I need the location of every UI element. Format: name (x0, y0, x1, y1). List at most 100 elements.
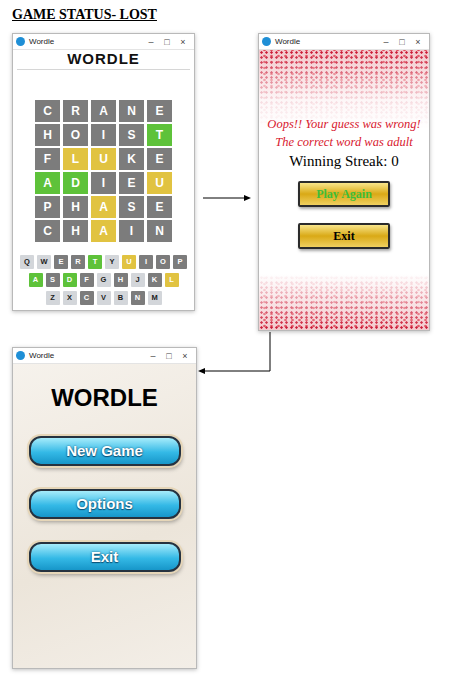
play-again-button[interactable]: Play Again (298, 181, 390, 207)
menu-window: Wordle–□×WORDLENew GameOptionsExit (12, 347, 197, 669)
winning-streak: Winning Streak: 0 (289, 151, 398, 171)
result-message: Oops!! Your guess was wrong! (267, 115, 420, 133)
result-window: Wordle–□×Oops!! Your guess was wrong!The… (258, 33, 430, 331)
keyboard-key[interactable]: X (63, 291, 77, 305)
letter-tile: O (63, 124, 88, 146)
maximize-button[interactable]: □ (159, 34, 175, 50)
menu-button[interactable]: Exit (29, 542, 181, 572)
letter-tile: I (91, 172, 116, 194)
keyboard-key[interactable]: M (148, 291, 162, 305)
letter-tile: C (35, 100, 60, 122)
letter-tile: P (35, 196, 60, 218)
menu-button[interactable]: Options (29, 489, 181, 519)
keyboard-row: QWERTYUIOP (20, 255, 187, 269)
letter-tile: K (119, 148, 144, 170)
answer-message: The correct word was adult (275, 133, 412, 151)
close-button[interactable]: × (410, 34, 426, 50)
letter-tile: A (35, 172, 60, 194)
letter-tile: E (147, 100, 172, 122)
menu-buttons: New Game Options Exit (29, 436, 181, 572)
keyboard-key[interactable]: E (54, 255, 68, 269)
letter-tile: I (91, 124, 116, 146)
letter-tile: H (63, 220, 88, 242)
arrow-head-icon (244, 195, 251, 201)
letter-tile: A (91, 100, 116, 122)
window-title: Wordle (275, 34, 300, 50)
keyboard-key[interactable]: Y (105, 255, 119, 269)
arrow-line (203, 332, 270, 371)
keyboard-key[interactable]: C (80, 291, 94, 305)
game-logo: WORDLE (17, 50, 190, 70)
letter-tile: F (35, 148, 60, 170)
keyboard-key[interactable]: F (80, 273, 94, 287)
keyboard-key[interactable]: N (131, 291, 145, 305)
keyboard-key[interactable]: J (131, 273, 145, 287)
title-bar: Wordle –□× (13, 348, 196, 364)
guess-grid: CRANEHOISTFLUKEADIEUPHASECHAIN (13, 100, 194, 242)
minimize-button[interactable]: – (143, 34, 159, 50)
app-icon (262, 37, 271, 46)
flow-arrows (0, 0, 463, 685)
keyboard-key[interactable]: O (156, 255, 170, 269)
letter-tile: E (147, 148, 172, 170)
keyboard-key[interactable]: D (63, 273, 77, 287)
figure: GAME STATUS- LOSTWordle–□×WORDLECRANEHOI… (0, 0, 463, 685)
letter-tile: U (147, 172, 172, 194)
letter-tile: E (147, 196, 172, 218)
keyboard-key[interactable]: R (71, 255, 85, 269)
window-body: Oops!! Your guess was wrong!The correct … (259, 50, 429, 330)
keyboard-key[interactable]: T (88, 255, 102, 269)
window-controls: –□× (378, 34, 426, 50)
keyboard-row: ZXCVBNM (46, 291, 162, 305)
keyboard-key[interactable]: S (46, 273, 60, 287)
keyboard-key[interactable]: B (114, 291, 128, 305)
keyboard-key[interactable]: Z (46, 291, 60, 305)
keyboard: QWERTYUIOPASDFGHJKLZXCVBNM (13, 255, 194, 305)
keyboard-key[interactable]: G (97, 273, 111, 287)
keyboard-key[interactable]: I (139, 255, 153, 269)
letter-tile: T (147, 124, 172, 146)
menu-button[interactable]: New Game (29, 436, 181, 466)
letter-tile: U (91, 148, 116, 170)
keyboard-key[interactable]: Q (20, 255, 34, 269)
title-bar: Wordle –□× (13, 34, 194, 50)
close-button[interactable]: × (175, 34, 191, 50)
letter-tile: H (63, 196, 88, 218)
app-icon (16, 37, 25, 46)
title-bar: Wordle –□× (259, 34, 429, 50)
window-controls: –□× (145, 348, 193, 364)
keyboard-key[interactable]: L (165, 273, 179, 287)
maximize-button[interactable]: □ (161, 348, 177, 364)
letter-tile: R (63, 100, 88, 122)
result-buttons: Play Again Exit (298, 181, 390, 249)
guess-row: CRANE (35, 100, 172, 122)
letter-tile: N (119, 100, 144, 122)
figure-heading: GAME STATUS- LOST (12, 6, 157, 24)
keyboard-key[interactable]: A (29, 273, 43, 287)
close-button[interactable]: × (177, 348, 193, 364)
guess-row: CHAIN (35, 220, 172, 242)
letter-tile: I (119, 220, 144, 242)
letter-tile: S (119, 196, 144, 218)
minimize-button[interactable]: – (145, 348, 161, 364)
window-title: Wordle (29, 34, 54, 50)
keyboard-row: ASDFGHJKL (29, 273, 179, 287)
maximize-button[interactable]: □ (394, 34, 410, 50)
keyboard-key[interactable]: U (122, 255, 136, 269)
arrow-head-icon (198, 368, 205, 374)
keyboard-key[interactable]: W (37, 255, 51, 269)
keyboard-key[interactable]: V (97, 291, 111, 305)
letter-tile: L (63, 148, 88, 170)
exit-button[interactable]: Exit (298, 223, 390, 249)
letter-tile: S (119, 124, 144, 146)
letter-tile: A (91, 196, 116, 218)
keyboard-key[interactable]: H (114, 273, 128, 287)
keyboard-key[interactable]: K (148, 273, 162, 287)
window-title: Wordle (29, 348, 54, 364)
minimize-button[interactable]: – (378, 34, 394, 50)
window-body: WORDLENew GameOptionsExit (13, 364, 196, 668)
keyboard-key[interactable]: P (173, 255, 187, 269)
letter-tile: E (119, 172, 144, 194)
window-controls: –□× (143, 34, 191, 50)
game-window: Wordle–□×WORDLECRANEHOISTFLUKEADIEUPHASE… (12, 33, 195, 311)
